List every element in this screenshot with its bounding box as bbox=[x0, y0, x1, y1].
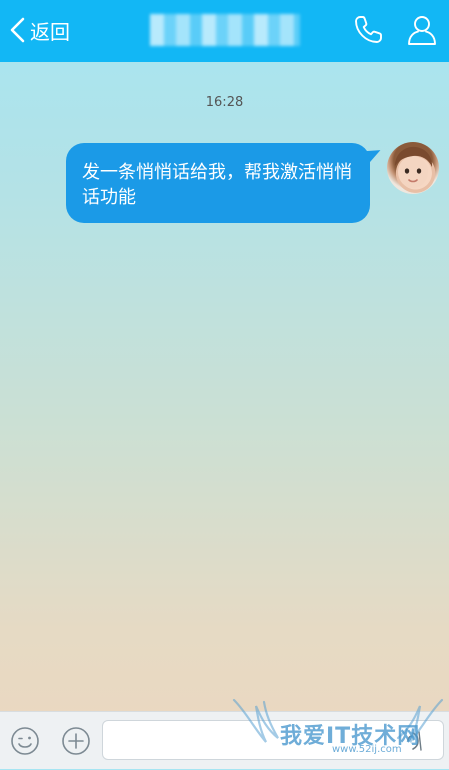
person-icon bbox=[408, 16, 436, 45]
back-button[interactable]: 返回 bbox=[8, 14, 70, 46]
back-label: 返回 bbox=[30, 19, 70, 44]
chat-title bbox=[150, 14, 300, 46]
voice-icon[interactable] bbox=[404, 730, 430, 752]
contact-button[interactable] bbox=[405, 13, 439, 47]
message-bubble[interactable]: 发一条悄悄话给我，帮我激活悄悄话功能 bbox=[66, 143, 370, 223]
emoji-icon bbox=[11, 727, 39, 755]
top-bar: 返回 bbox=[0, 0, 449, 62]
emoji-button[interactable] bbox=[10, 726, 40, 756]
message-input[interactable] bbox=[102, 720, 444, 760]
plus-icon bbox=[62, 727, 90, 755]
phone-button[interactable] bbox=[351, 13, 385, 47]
message-timestamp: 16:28 bbox=[205, 95, 244, 110]
avatar-photo bbox=[395, 146, 433, 188]
plus-button[interactable] bbox=[61, 726, 91, 756]
phone-icon bbox=[355, 16, 382, 43]
chevron-left-icon bbox=[10, 17, 25, 43]
avatar[interactable] bbox=[387, 142, 439, 194]
input-bar bbox=[0, 711, 449, 769]
